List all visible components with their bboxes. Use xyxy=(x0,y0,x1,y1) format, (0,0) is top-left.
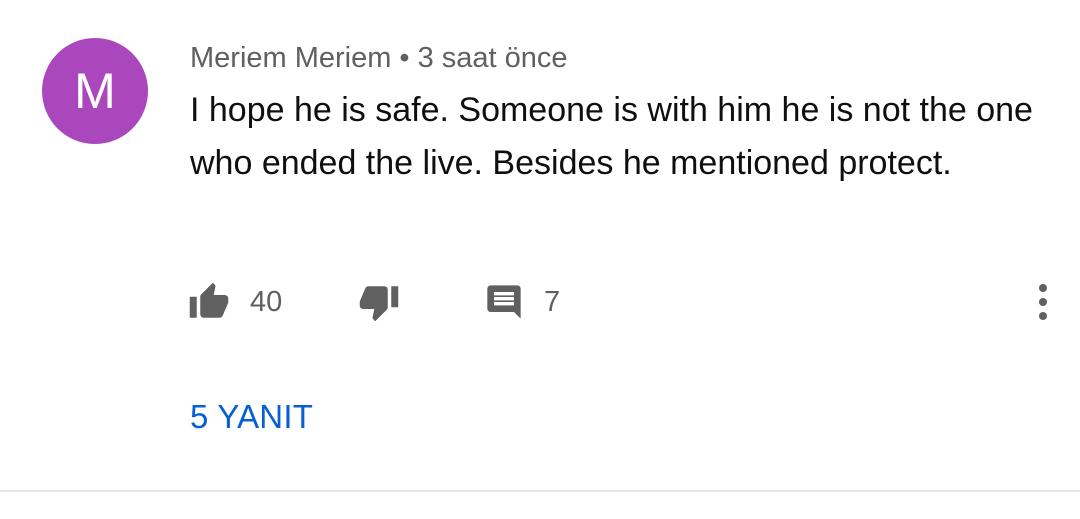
comment-text: I hope he is safe. Someone is with him h… xyxy=(190,91,1033,182)
comment-timestamp: 3 saat önce xyxy=(417,42,568,74)
reply-button[interactable]: 7 xyxy=(484,280,560,324)
thumb-down-icon xyxy=(359,286,399,322)
comment-item: M Meriem Meriem • 3 saat önce I hope he is… xyxy=(0,0,1080,490)
more-options-button[interactable] xyxy=(1028,282,1058,322)
meta-separator: • xyxy=(399,42,410,74)
divider xyxy=(0,490,1080,492)
comment-actions: 40 7 xyxy=(188,280,1058,324)
more-vert-icon xyxy=(1039,284,1047,320)
like-count: 40 xyxy=(250,285,283,318)
dislike-button[interactable] xyxy=(358,280,400,324)
avatar[interactable]: M xyxy=(42,38,148,144)
reply-count: 7 xyxy=(544,285,561,318)
author-name[interactable]: Meriem Meriem xyxy=(190,42,391,74)
like-button[interactable]: 40 xyxy=(188,280,282,324)
comment-header: Meriem Meriem • 3 saat önce xyxy=(190,40,568,76)
view-replies-link[interactable]: 5 YANIT xyxy=(190,395,313,439)
thumb-up-icon xyxy=(189,282,229,318)
comment-icon xyxy=(487,285,521,319)
